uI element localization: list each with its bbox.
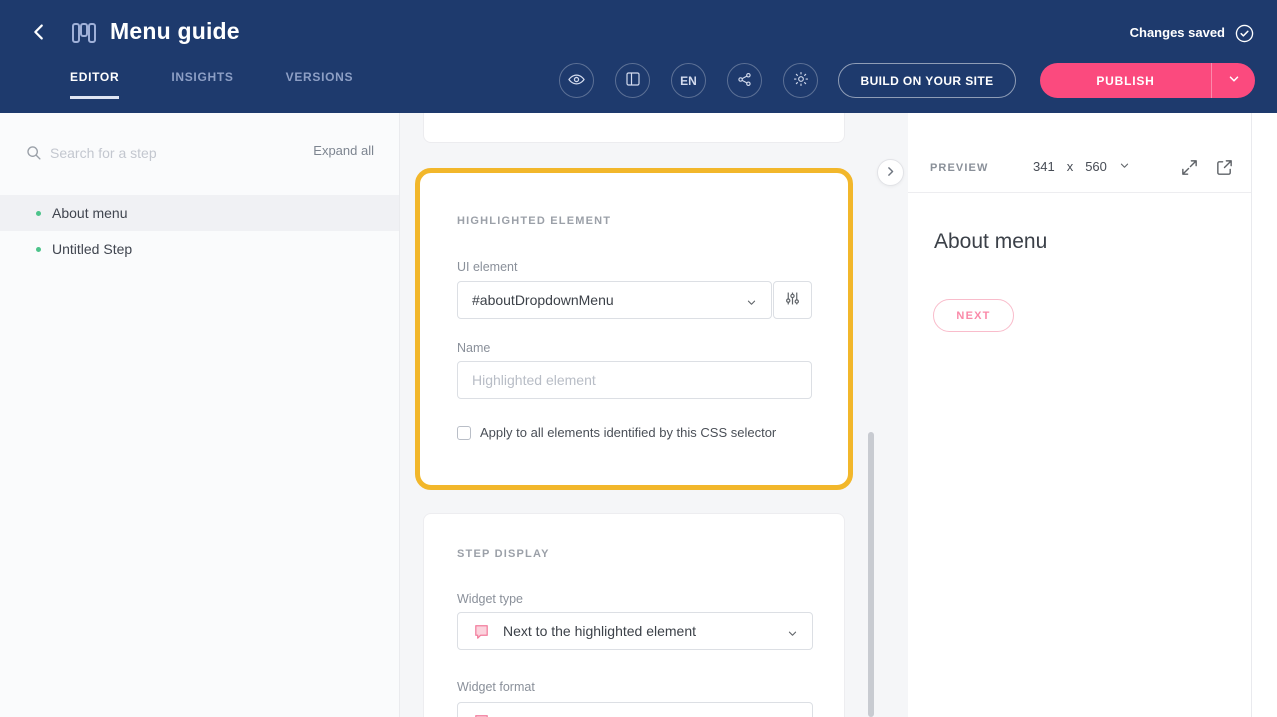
- layout-panel-icon: [624, 70, 642, 91]
- chevron-down-icon: [746, 295, 757, 306]
- apply-all-checkbox[interactable]: [457, 426, 471, 440]
- step-item-untitled-step[interactable]: Untitled Step: [0, 231, 399, 267]
- language-button[interactable]: EN: [671, 63, 706, 98]
- tooltip-widget-icon: [472, 712, 491, 717]
- eye-icon: [567, 70, 586, 92]
- step-status-dot: [36, 211, 41, 216]
- page-title: Menu guide: [110, 18, 240, 45]
- language-badge: EN: [680, 74, 697, 88]
- previous-settings-card-partial: [423, 113, 845, 143]
- ui-element-label: UI element: [457, 260, 517, 274]
- widget-type-select[interactable]: Next to the highlighted element: [457, 612, 813, 650]
- sliders-icon: [784, 290, 801, 310]
- preview-height-value: 560: [1085, 159, 1107, 174]
- section-title: STEP DISPLAY: [457, 548, 550, 560]
- highlighted-element-card: HIGHLIGHTED ELEMENT UI element #aboutDro…: [415, 168, 853, 490]
- step-search-row: Expand all: [0, 139, 399, 167]
- expand-arrows-icon: [1180, 165, 1199, 180]
- widget-type-value: Next to the highlighted element: [503, 623, 696, 639]
- chevron-down-icon: [1119, 159, 1130, 174]
- header-action-icons: EN: [559, 63, 818, 98]
- name-input[interactable]: [457, 361, 812, 399]
- step-list: About menu Untitled Step: [0, 195, 399, 267]
- chevron-right-icon: [884, 165, 897, 181]
- apply-all-label: Apply to all elements identified by this…: [480, 425, 776, 440]
- share-button[interactable]: [727, 63, 762, 98]
- preview-size-select[interactable]: 341 x 560: [1033, 159, 1130, 174]
- fullscreen-button[interactable]: [1179, 158, 1199, 178]
- publish-dropdown-button[interactable]: [1211, 63, 1255, 98]
- widget-format-select[interactable]: [457, 702, 813, 717]
- publish-button-group: PUBLISH: [1040, 63, 1255, 98]
- tooltip-widget-icon: [472, 622, 491, 641]
- open-external-button[interactable]: [1214, 158, 1234, 178]
- section-title: HIGHLIGHTED ELEMENT: [457, 215, 611, 227]
- gear-icon: [792, 70, 810, 91]
- publish-button[interactable]: PUBLISH: [1040, 63, 1211, 98]
- collapse-preview-button[interactable]: [877, 159, 904, 186]
- editor-panel: HIGHLIGHTED ELEMENT UI element #aboutDro…: [400, 113, 908, 717]
- check-circle-icon: [1235, 24, 1254, 43]
- ui-element-select[interactable]: #aboutDropdownMenu: [457, 281, 772, 319]
- external-link-icon: [1215, 165, 1234, 180]
- tab-versions[interactable]: VERSIONS: [286, 70, 354, 99]
- app-root: Menu guide Changes saved EDITOR INSIGHTS…: [0, 0, 1277, 717]
- step-display-card: STEP DISPLAY Widget type Next to the hig…: [423, 513, 845, 717]
- tab-editor[interactable]: EDITOR: [70, 70, 119, 99]
- name-label: Name: [457, 341, 490, 355]
- expand-all-link[interactable]: Expand all: [313, 143, 374, 158]
- preview-header: PREVIEW 341 x 560: [908, 147, 1251, 193]
- step-item-label: Untitled Step: [52, 241, 132, 257]
- preview-width-value: 341: [1033, 159, 1055, 174]
- preview-step-title: About menu: [934, 230, 1047, 254]
- apply-all-row: Apply to all elements identified by this…: [457, 425, 776, 440]
- preview-label: PREVIEW: [930, 162, 988, 174]
- chevron-down-icon: [1227, 72, 1241, 89]
- app-logo-icon: [70, 19, 98, 47]
- changes-saved-status: Changes saved: [1130, 25, 1225, 40]
- layout-button[interactable]: [615, 63, 650, 98]
- step-item-about-menu[interactable]: About menu: [0, 195, 399, 231]
- preview-eye-button[interactable]: [559, 63, 594, 98]
- chevron-down-icon: [787, 626, 798, 637]
- selector-settings-button[interactable]: [773, 281, 812, 319]
- search-icon: [25, 144, 42, 161]
- widget-type-label: Widget type: [457, 592, 523, 606]
- ui-element-value: #aboutDropdownMenu: [472, 292, 614, 308]
- step-item-label: About menu: [52, 205, 128, 221]
- editor-scrollbar[interactable]: [868, 432, 874, 717]
- steps-sidebar: Expand all About menu Untitled Step: [0, 113, 400, 717]
- header-tabs: EDITOR INSIGHTS VERSIONS: [70, 70, 353, 99]
- settings-button[interactable]: [783, 63, 818, 98]
- search-input[interactable]: [50, 139, 260, 167]
- preview-size-separator: x: [1067, 159, 1074, 174]
- app-header: Menu guide Changes saved EDITOR INSIGHTS…: [0, 0, 1277, 113]
- share-icon: [736, 71, 753, 91]
- tab-insights[interactable]: INSIGHTS: [171, 70, 233, 99]
- back-button[interactable]: [26, 20, 52, 46]
- step-status-dot: [36, 247, 41, 252]
- preview-next-button[interactable]: NEXT: [933, 299, 1014, 332]
- build-on-your-site-button[interactable]: BUILD ON YOUR SITE: [838, 63, 1016, 98]
- widget-format-label: Widget format: [457, 680, 535, 694]
- back-chevron-icon: [28, 21, 50, 46]
- preview-panel: PREVIEW 341 x 560 About menu NEXT: [908, 113, 1252, 717]
